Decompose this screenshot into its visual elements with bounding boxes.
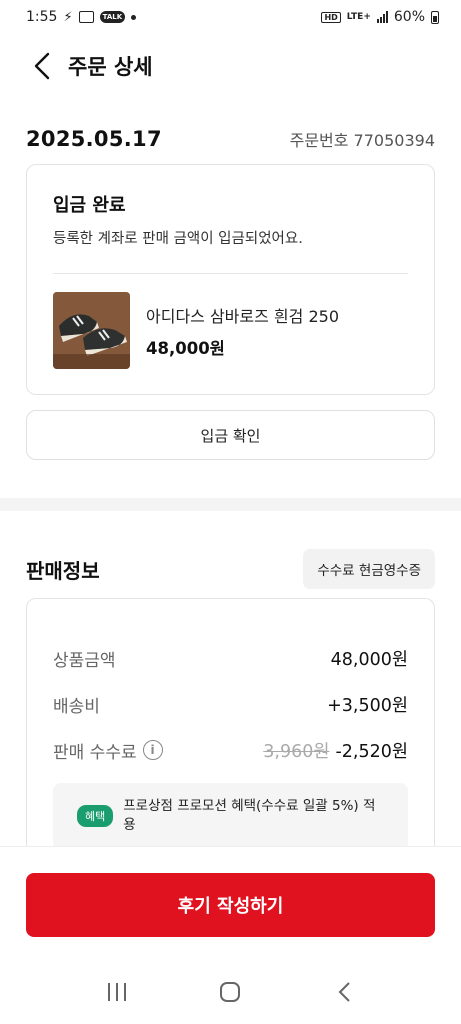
status-bar: 1:55 ⚡ TALK HD LTE+ 60% <box>0 0 461 34</box>
benefit-text: 프로상점 프로모션 혜택(수수료 일괄 5%) 적용 <box>123 798 376 833</box>
product-info: 아디다스 삼바로즈 흰검 250 48,000원 <box>146 303 339 359</box>
price-label: 상품금액 <box>53 650 116 671</box>
benefit-box: 혜택 프로상점 프로모션 혜택(수수료 일괄 5%) 적용 <box>53 783 408 851</box>
fee-value: -2,520원 <box>335 741 408 762</box>
shipping-label: 배송비 <box>53 696 100 717</box>
sale-info-card: 상품금액 48,000원 배송비 +3,500원 판매 수수료 i 3,960원… <box>26 598 435 878</box>
network-type: LTE+ <box>346 11 371 22</box>
order-summary: 2025.05.17 주문번호 77050394 <box>26 122 435 156</box>
home-button[interactable] <box>205 972 255 1012</box>
write-review-button[interactable]: 후기 작성하기 <box>26 873 435 937</box>
info-icon[interactable]: i <box>142 740 163 760</box>
product-item[interactable]: 아디다스 삼바로즈 흰검 250 48,000원 <box>53 292 408 369</box>
fee-row: 판매 수수료 i 3,960원 -2,520원 <box>53 727 408 773</box>
system-nav-bar <box>0 960 461 1024</box>
back-button[interactable] <box>20 44 64 88</box>
header: 주문 상세 <box>0 40 461 92</box>
hd-icon: HD <box>321 11 341 23</box>
product-price: 48,000원 <box>146 338 225 358</box>
fee-label: 판매 수수료 <box>53 742 137 763</box>
fee-label-group: 판매 수수료 i <box>53 738 163 763</box>
recent-apps-icon <box>107 983 126 1001</box>
page-title: 주문 상세 <box>68 55 153 79</box>
shipping-row: 배송비 +3,500원 <box>53 681 408 727</box>
chevron-left-icon <box>34 52 50 80</box>
order-number: 주문번호 77050394 <box>289 131 435 150</box>
recent-apps-button[interactable] <box>92 972 142 1012</box>
order-date: 2025.05.17 <box>26 127 162 151</box>
battery-percent: 60% <box>393 9 425 25</box>
talk-icon: TALK <box>99 11 126 23</box>
lightning-icon: ⚡ <box>63 9 73 25</box>
fee-cash-receipt-button[interactable]: 수수료 현금영수증 <box>303 549 435 589</box>
battery-icon <box>431 10 439 24</box>
system-back-button[interactable] <box>319 972 369 1012</box>
status-time: 1:55 <box>26 9 58 25</box>
signal-icon <box>376 11 388 23</box>
section-divider <box>0 498 461 511</box>
fee-original-value: 3,960원 <box>263 741 330 762</box>
sale-info-title: 판매정보 <box>26 558 100 583</box>
status-description: 등록한 계좌로 판매 금액이 입금되었어요. <box>53 231 303 247</box>
product-thumbnail <box>53 292 130 369</box>
more-notifications-icon <box>131 14 137 20</box>
confirm-deposit-button[interactable]: 입금 확인 <box>26 410 435 460</box>
status-bar-right: HD LTE+ 60% <box>321 9 439 25</box>
home-icon <box>220 982 241 1002</box>
back-arrow-icon <box>338 982 350 1002</box>
price-row: 상품금액 48,000원 <box>53 635 408 681</box>
order-status-card: 입금 완료 등록한 계좌로 판매 금액이 입금되었어요. 아디다스 삼바로즈 흰… <box>26 164 435 395</box>
benefit-badge: 혜택 <box>77 805 114 827</box>
status-title: 입금 완료 <box>53 195 126 216</box>
divider <box>53 273 408 274</box>
product-name: 아디다스 삼바로즈 흰검 250 <box>146 306 339 326</box>
fee-value-group: 3,960원 -2,520원 <box>263 738 408 763</box>
shipping-value: +3,500원 <box>327 695 408 716</box>
status-bar-left: 1:55 ⚡ TALK <box>26 9 137 25</box>
price-value: 48,000원 <box>330 649 408 670</box>
sale-info-header: 판매정보 수수료 현금영수증 <box>26 548 435 590</box>
gallery-icon <box>78 11 94 23</box>
